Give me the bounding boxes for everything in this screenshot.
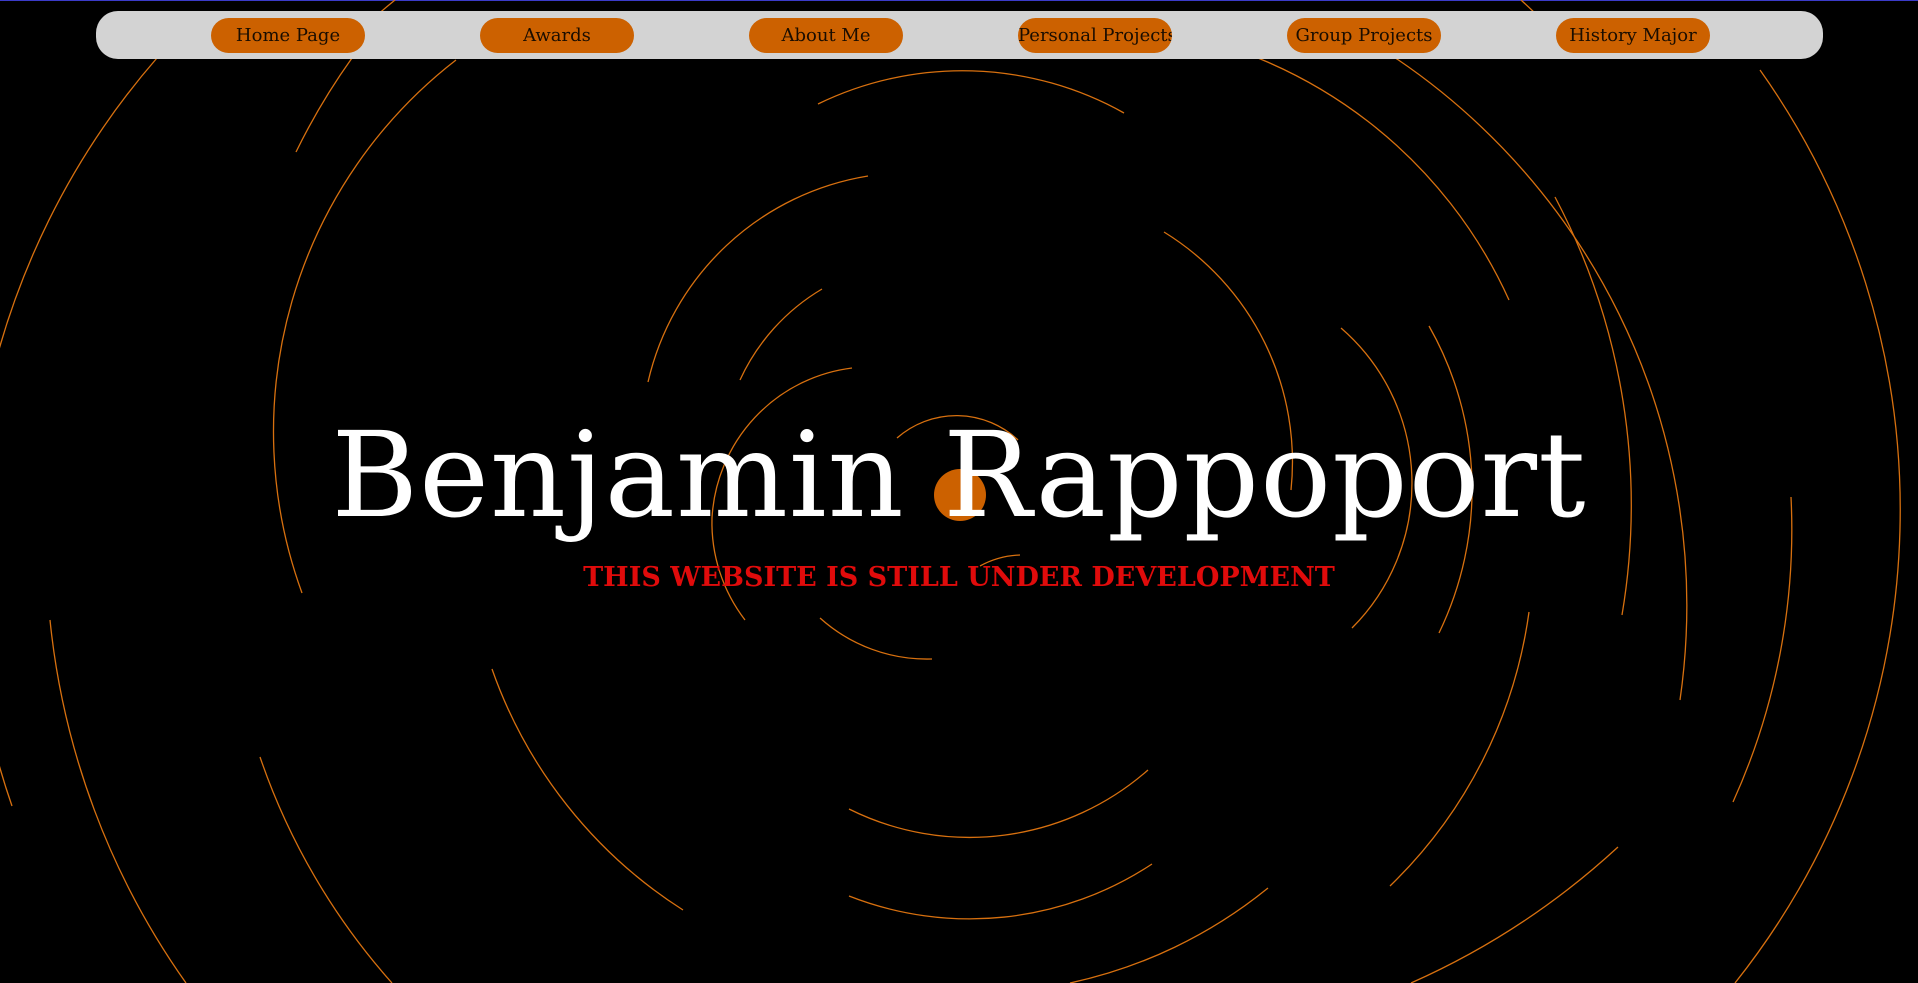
arc-ring-4: [848, 769, 1149, 839]
arc-ring-7: [1349, 29, 1688, 701]
arc-ring-6: [491, 668, 684, 911]
page-title-name: Benjamin Rappoport: [331, 406, 1587, 544]
arc-ring-3: [739, 288, 823, 381]
arc-ring-8: [49, 619, 187, 983]
navigation-bar: Home Page Awards About Me Personal Proje…: [96, 11, 1823, 59]
arc-ring-4: [647, 175, 869, 383]
arc-ring-5: [848, 863, 1153, 920]
under-development-notice: THIS WEBSITE IS STILL UNDER DEVELOPMENT: [583, 562, 1335, 593]
arc-ring-7: [259, 756, 393, 983]
arc-ring-6: [1069, 887, 1269, 983]
arc-ring-5: [817, 70, 1125, 114]
nav-history-major-button[interactable]: History Major: [1556, 18, 1710, 53]
nav-awards-button[interactable]: Awards: [480, 18, 634, 53]
arc-ring-6: [1389, 611, 1530, 887]
nav-home-page-button[interactable]: Home Page: [211, 18, 365, 53]
arc-ring-6: [1159, 29, 1510, 301]
arc-ring-2: [819, 617, 933, 660]
arc-ring-8: [1410, 846, 1619, 983]
arc-ring-7: [295, 57, 353, 153]
nav-personal-projects-button[interactable]: Personal Projects: [1018, 18, 1172, 53]
nav-group-projects-button[interactable]: Group Projects: [1287, 18, 1441, 53]
nav-about-me-button[interactable]: About Me: [749, 18, 903, 53]
